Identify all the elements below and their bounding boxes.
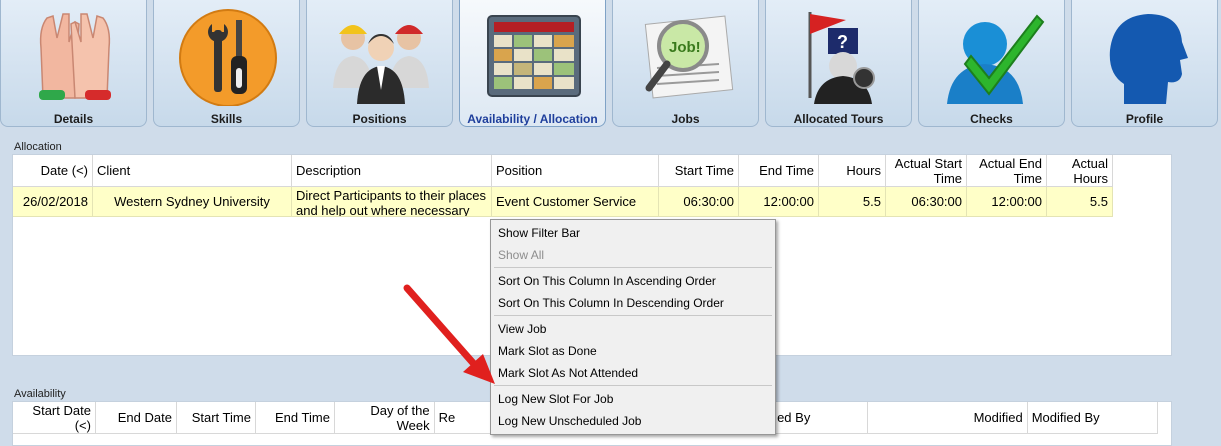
menu-item-mark-slot-not-attended[interactable]: Mark Slot As Not Attended [491,362,775,384]
menu-item-mark-slot-done[interactable]: Mark Slot as Done [491,340,775,362]
menu-item-show-all: Show All [498,248,545,262]
menu-item-log-new-unscheduled-job[interactable]: Log New Unscheduled Job [491,410,775,432]
menu-item-view-job[interactable]: View Job [491,318,775,340]
person-checkmark-icon [947,14,1045,104]
allocation-grid-header: Date (<) Client Description Position Sta… [13,155,1113,187]
col-start-date[interactable]: Start Date (<) [13,402,96,434]
col-date[interactable]: Date (<) [13,155,93,187]
tab-label: Availability / Allocation [467,112,598,126]
tab-checks[interactable]: Checks [918,0,1065,127]
col-re[interactable]: Re [434,402,491,434]
col-hours[interactable]: Hours [819,155,886,187]
cell-client[interactable]: Western Sydney University [93,187,292,217]
col-description[interactable]: Description [292,155,492,187]
tab-label: Allocated Tours [793,112,884,126]
tab-allocated-tours[interactable]: ? Allocated Tours [765,0,912,127]
table-row[interactable]: 26/02/2018 Western Sydney University Dir… [13,187,1113,217]
col-client[interactable]: Client [93,155,292,187]
cell-description[interactable]: Direct Participants to their places and … [292,187,492,217]
wrench-screwdriver-icon [179,9,277,106]
col-start-time[interactable]: Start Time [176,402,256,434]
menu-item-sort-descending[interactable]: Sort On This Column In Descending Order [491,292,775,314]
menu-item-log-new-slot-for-job[interactable]: Log New Slot For Job [491,388,775,410]
head-profile-icon [1109,14,1188,104]
allocation-section-label: Allocation [14,141,62,153]
col-position[interactable]: Position [492,155,659,187]
availability-section-label: Availability [14,388,66,400]
cell-date[interactable]: 26/02/2018 [13,187,93,217]
col-modified[interactable]: Modified [867,402,1028,434]
col-created-by[interactable]: ed By [773,402,868,434]
menu-item-show-filter-bar[interactable]: Show Filter Bar [491,222,775,244]
col-end-time[interactable]: End Time [255,402,335,434]
cell-position[interactable]: Event Customer Service [492,187,659,217]
tab-details[interactable]: Details [0,0,147,127]
tab-label: Checks [970,112,1013,126]
col-start-time[interactable]: Start Time [659,155,739,187]
cell-actual-end-time[interactable]: 12:00:00 [967,187,1047,217]
tab-bar: Details Skills Positions Availability / … [0,0,1221,128]
calendar-icon [487,15,581,97]
menu-separator [494,385,772,386]
svg-text:Job!: Job! [669,39,701,56]
tab-skills[interactable]: Skills [153,0,300,127]
cell-actual-hours[interactable]: 5.5 [1047,187,1113,217]
menu-separator [494,267,772,268]
flag-tourist-icon: ? [808,12,875,104]
col-end-date[interactable]: End Date [95,402,177,434]
tab-label: Positions [352,112,407,126]
workers-group-icon [333,25,429,104]
tab-label: Details [53,112,94,126]
tab-availability-allocation[interactable]: Availability / Allocation [459,0,606,127]
col-day-of-week[interactable]: Day of the Week [334,402,435,434]
tab-profile[interactable]: Profile [1071,0,1218,127]
tab-label: Jobs [671,112,700,126]
cell-hours[interactable]: 5.5 [819,187,886,217]
tab-label: Skills [210,112,243,126]
col-actual-end-time[interactable]: Actual End Time [967,155,1047,187]
col-actual-hours[interactable]: Actual Hours [1047,155,1113,187]
tab-jobs[interactable]: Job! Jobs [612,0,759,127]
clapping-hands-icon [39,13,111,100]
col-actual-start-time[interactable]: Actual Start Time [886,155,967,187]
newspaper-magnifier-icon: Job! [644,15,734,99]
menu-separator [494,315,772,316]
tab-positions[interactable]: Positions [306,0,453,127]
col-modified-by[interactable]: Modified By [1027,402,1158,434]
col-end-time[interactable]: End Time [739,155,819,187]
menu-item-sort-ascending[interactable]: Sort On This Column In Ascending Order [491,270,775,292]
cell-actual-start-time[interactable]: 06:30:00 [886,187,967,217]
tab-label: Profile [1125,112,1164,126]
cell-end-time[interactable]: 12:00:00 [739,187,819,217]
cell-start-time[interactable]: 06:30:00 [659,187,739,217]
context-menu: Show Filter Bar Show All Sort On This Co… [490,219,776,435]
svg-text:?: ? [837,32,848,52]
